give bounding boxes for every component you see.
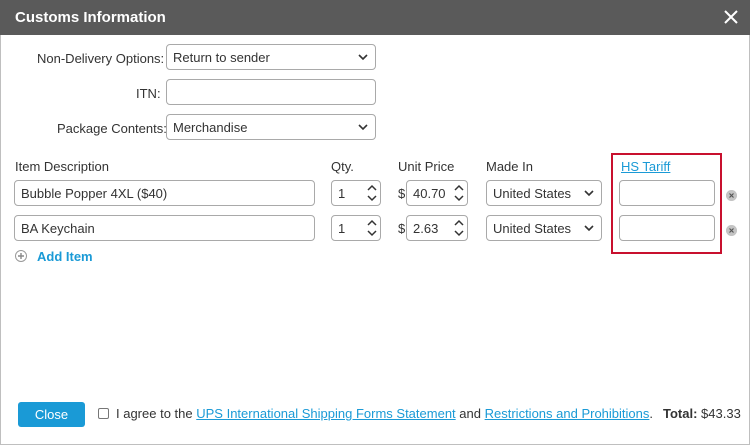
non-delivery-value: Return to sender bbox=[173, 50, 270, 65]
forms-statement-link[interactable]: UPS International Shipping Forms Stateme… bbox=[196, 406, 455, 421]
add-item-label: Add Item bbox=[37, 249, 93, 264]
unit-price-stepper[interactable]: 40.70 bbox=[406, 180, 468, 206]
qty-value: 1 bbox=[338, 221, 346, 236]
currency-symbol: $ bbox=[398, 221, 406, 236]
total-label: Total: bbox=[663, 406, 698, 421]
chevron-down-icon bbox=[584, 225, 594, 232]
header-unit-price: Unit Price bbox=[398, 159, 455, 174]
qty-stepper[interactable]: 1 bbox=[331, 180, 381, 206]
header-qty: Qty. bbox=[331, 159, 354, 174]
non-delivery-label: Non-Delivery Options: bbox=[37, 51, 165, 66]
unit-price-value: 40.70 bbox=[413, 186, 446, 201]
agree-and: and bbox=[459, 406, 481, 421]
item-description-value: BA Keychain bbox=[21, 221, 95, 236]
agree-suffix: . bbox=[649, 406, 653, 421]
restrictions-link[interactable]: Restrictions and Prohibitions bbox=[485, 406, 650, 421]
spinner-arrows-icon[interactable] bbox=[367, 183, 377, 203]
unit-price-value: 2.63 bbox=[413, 221, 439, 236]
qty-value: 1 bbox=[338, 186, 346, 201]
made-in-value: United States bbox=[493, 221, 572, 236]
item-description-value: Bubble Popper 4XL ($40) bbox=[21, 186, 168, 201]
qty-stepper[interactable]: 1 bbox=[331, 215, 381, 241]
hs-tariff-highlight bbox=[611, 153, 722, 254]
itn-label: ITN: bbox=[136, 86, 161, 101]
add-circle-icon bbox=[15, 250, 27, 262]
header-made-in: Made In bbox=[486, 159, 533, 174]
package-contents-value: Merchandise bbox=[173, 120, 248, 135]
currency-symbol: $ bbox=[398, 186, 406, 201]
close-icon[interactable] bbox=[721, 7, 741, 27]
order-total: Total: $43.33 bbox=[663, 406, 741, 421]
made-in-value: United States bbox=[493, 186, 572, 201]
itn-input[interactable] bbox=[166, 79, 376, 105]
remove-item-icon[interactable] bbox=[726, 190, 737, 201]
spinner-arrows-icon[interactable] bbox=[454, 218, 464, 238]
item-description-input[interactable]: Bubble Popper 4XL ($40) bbox=[14, 180, 315, 206]
chevron-down-icon bbox=[584, 190, 594, 197]
package-contents-label: Package Contents: bbox=[57, 121, 167, 136]
package-contents-select[interactable]: Merchandise bbox=[166, 114, 376, 140]
non-delivery-select[interactable]: Return to sender bbox=[166, 44, 376, 70]
agree-prefix: I agree to the bbox=[116, 406, 193, 421]
chevron-down-icon bbox=[358, 54, 368, 61]
spinner-arrows-icon[interactable] bbox=[367, 218, 377, 238]
dialog-titlebar: Customs Information bbox=[0, 0, 750, 35]
dialog-title: Customs Information bbox=[15, 9, 166, 26]
remove-item-icon[interactable] bbox=[726, 225, 737, 236]
spinner-arrows-icon[interactable] bbox=[454, 183, 464, 203]
header-item-description: Item Description bbox=[15, 159, 109, 174]
unit-price-stepper[interactable]: 2.63 bbox=[406, 215, 468, 241]
agree-text: I agree to the UPS International Shippin… bbox=[116, 406, 653, 421]
made-in-select[interactable]: United States bbox=[486, 180, 602, 206]
agree-checkbox[interactable] bbox=[98, 408, 109, 419]
close-button[interactable]: Close bbox=[18, 402, 85, 427]
made-in-select[interactable]: United States bbox=[486, 215, 602, 241]
item-description-input[interactable]: BA Keychain bbox=[14, 215, 315, 241]
total-value: $43.33 bbox=[701, 406, 741, 421]
chevron-down-icon bbox=[358, 124, 368, 131]
